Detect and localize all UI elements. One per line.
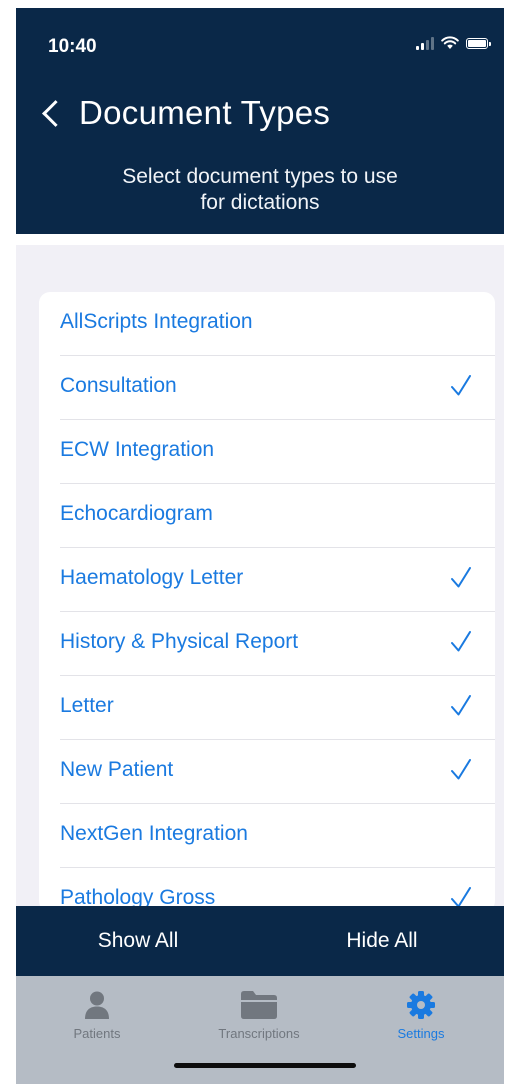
list-item-label: Echocardiogram xyxy=(60,502,213,525)
list-item[interactable]: AllScripts Integration xyxy=(39,292,495,356)
list-item-label: AllScripts Integration xyxy=(60,310,253,333)
subtitle-line-1: Select document types to use xyxy=(122,165,398,188)
list-item[interactable]: History & Physical Report xyxy=(39,612,495,676)
list-item-label: New Patient xyxy=(60,758,174,781)
list-item[interactable]: Haematology Letter xyxy=(39,548,495,612)
cellular-signal-icon xyxy=(416,36,434,50)
page-title: Document Types xyxy=(79,94,331,131)
chevron-left-icon[interactable] xyxy=(42,99,69,127)
list-item-label: History & Physical Report xyxy=(60,630,299,653)
person-icon[interactable] xyxy=(82,990,112,1020)
battery-icon xyxy=(466,37,491,49)
folder-icon[interactable] xyxy=(240,990,278,1020)
list-item-label: ECW Integration xyxy=(60,438,215,461)
list-item[interactable]: Letter xyxy=(39,676,495,740)
gear-icon[interactable] xyxy=(406,990,436,1020)
list-item[interactable]: NextGen Integration xyxy=(39,804,495,868)
show-all-button[interactable]: Show All xyxy=(16,906,260,976)
subtitle-line-2: for dictations xyxy=(200,191,320,214)
checkmark-icon xyxy=(451,695,471,716)
checkmark-icon xyxy=(451,759,471,780)
tab-patients[interactable]: Patients xyxy=(16,976,178,1084)
back-button[interactable]: Document Types xyxy=(40,94,330,132)
app-screen: 10:40 Document Types Select document typ… xyxy=(16,8,504,1084)
list-item[interactable]: Consultation xyxy=(39,356,495,420)
tab-label: Settings xyxy=(397,1026,445,1041)
list-item[interactable]: New Patient xyxy=(39,740,495,804)
list-item-label: NextGen Integration xyxy=(60,822,248,845)
divider-strip xyxy=(16,234,504,245)
wifi-icon xyxy=(441,36,459,49)
hide-all-button[interactable]: Hide All xyxy=(260,906,504,976)
header: 10:40 Document Types Select document typ… xyxy=(16,8,504,234)
checkmark-icon xyxy=(451,375,471,396)
list-item-label: Haematology Letter xyxy=(60,566,244,589)
checkmark-icon xyxy=(451,631,471,652)
page-subtitle: Select document types to use for dictati… xyxy=(16,164,504,216)
tab-settings[interactable]: Settings xyxy=(340,976,502,1084)
tab-label: Transcriptions xyxy=(218,1026,300,1041)
document-types-list: AllScripts Integration Consultation ECW … xyxy=(39,292,495,912)
visibility-action-bar: Show All Hide All xyxy=(16,906,504,976)
home-indicator[interactable] xyxy=(174,1063,356,1068)
list-item[interactable]: Echocardiogram xyxy=(39,484,495,548)
list-item-label: Consultation xyxy=(60,374,177,397)
tab-label: Patients xyxy=(73,1026,121,1041)
list-item-label: Letter xyxy=(60,694,114,717)
status-time: 10:40 xyxy=(48,36,97,57)
status-icons xyxy=(416,36,491,50)
checkmark-icon xyxy=(451,567,471,588)
list-item[interactable]: ECW Integration xyxy=(39,420,495,484)
